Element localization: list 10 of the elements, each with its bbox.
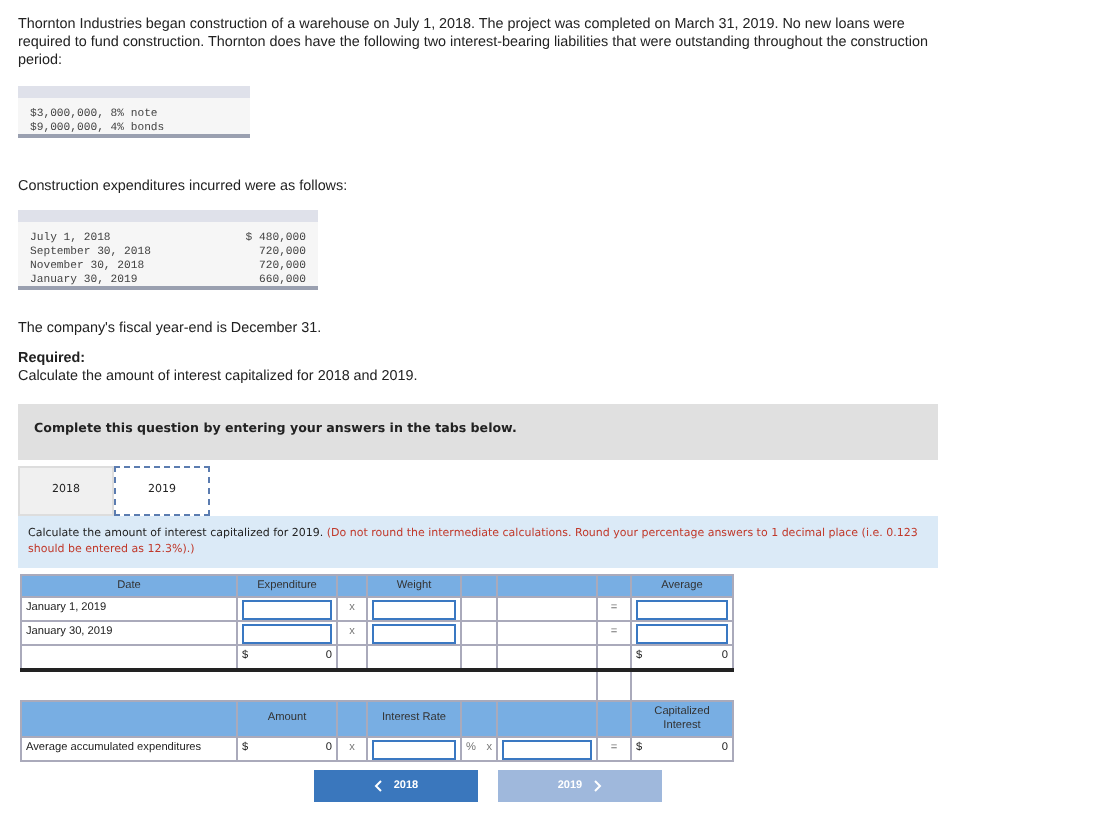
input-field[interactable] <box>636 623 728 643</box>
input-field[interactable] <box>372 599 456 619</box>
input-field[interactable] <box>242 599 332 619</box>
input-field[interactable] <box>242 623 332 643</box>
input-field[interactable] <box>502 739 592 759</box>
input-field[interactable] <box>372 739 456 759</box>
input-field[interactable] <box>636 599 728 619</box>
chevron-left-icon <box>373 780 382 792</box>
input-field[interactable] <box>372 623 456 643</box>
chevron-right-icon <box>594 780 603 792</box>
